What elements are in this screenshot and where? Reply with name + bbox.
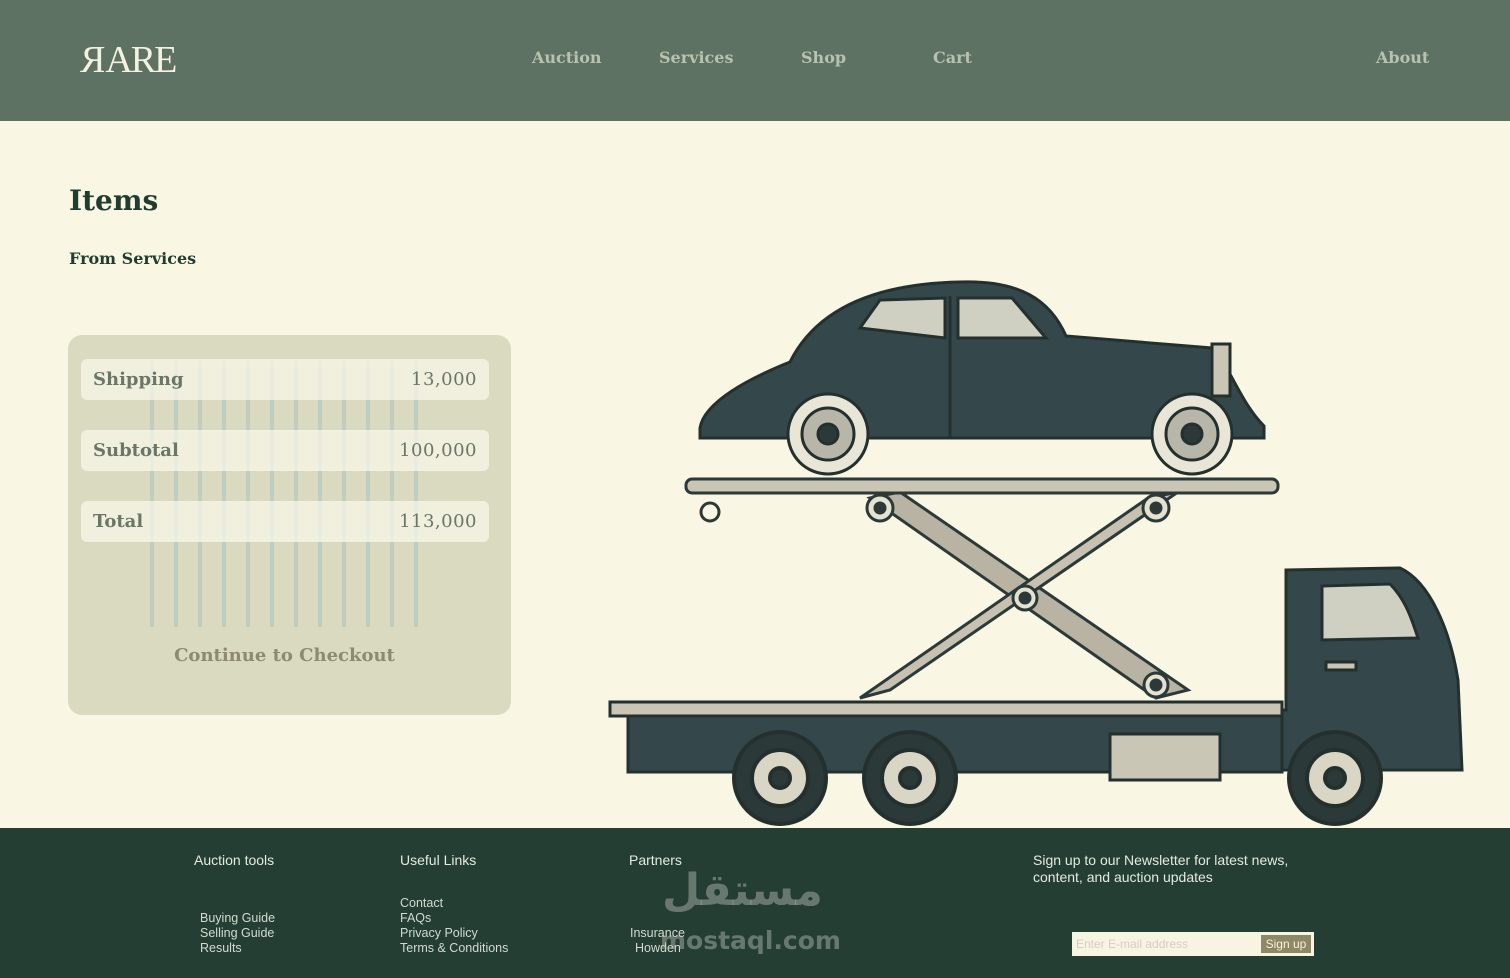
- footer-links-auction-tools: Buying Guide Selling Guide Results: [200, 911, 275, 956]
- shipping-row: Shipping 13,000: [81, 359, 489, 400]
- footer-links-useful-links: Contact FAQs Privacy Policy Terms & Cond…: [400, 896, 508, 956]
- footer-link-contact[interactable]: Contact: [400, 896, 508, 911]
- panel-decoration: [150, 361, 420, 627]
- site-logo[interactable]: RARE: [82, 38, 177, 82]
- subtotal-value: 100,000: [399, 440, 477, 461]
- vintage-car: [698, 280, 1266, 476]
- page-subtitle: From Services: [69, 249, 197, 268]
- logo-text: ARE: [105, 39, 177, 81]
- subtotal-row: Subtotal 100,000: [81, 430, 489, 471]
- watermark-latin: mostaql.com: [660, 926, 841, 955]
- watermark-arabic: مستقل: [662, 865, 823, 916]
- footer-link-faqs[interactable]: FAQs: [400, 911, 508, 926]
- total-label: Total: [93, 511, 144, 532]
- footer-heading-useful-links: Useful Links: [400, 852, 477, 868]
- footer-heading-auction-tools: Auction tools: [194, 852, 275, 868]
- signup-label: Sign up: [1261, 935, 1311, 953]
- shipping-label: Shipping: [93, 369, 184, 390]
- page-title: Items: [69, 184, 159, 217]
- logo-r-flipped: R: [82, 39, 106, 81]
- nav-cart[interactable]: Cart: [933, 48, 972, 67]
- nav-about[interactable]: About: [1376, 48, 1429, 67]
- total-value: 113,000: [399, 511, 477, 532]
- subtotal-label: Subtotal: [93, 440, 179, 461]
- nav-services[interactable]: Services: [659, 48, 733, 67]
- site-header: RARE Auction Services Shop Cart About: [0, 0, 1510, 121]
- shipping-value: 13,000: [411, 369, 477, 390]
- newsletter-text: Sign up to our Newsletter for latest new…: [1033, 852, 1289, 885]
- total-row: Total 113,000: [81, 501, 489, 542]
- continue-to-checkout-button[interactable]: Continue to Checkout: [68, 645, 501, 666]
- car-truck-illustration: [608, 280, 1464, 826]
- footer-link-selling-guide[interactable]: Selling Guide: [200, 926, 275, 941]
- footer-link-privacy-policy[interactable]: Privacy Policy: [400, 926, 508, 941]
- order-summary-panel: Shipping 13,000 Subtotal 100,000 Total 1…: [68, 335, 511, 715]
- footer-link-buying-guide[interactable]: Buying Guide: [200, 911, 275, 926]
- nav-auction[interactable]: Auction: [532, 48, 602, 67]
- scissor-lift: [684, 477, 1280, 700]
- footer-link-results[interactable]: Results: [200, 941, 275, 956]
- nav-shop[interactable]: Shop: [801, 48, 846, 67]
- email-input[interactable]: [1072, 932, 1258, 956]
- site-footer: Auction tools Buying Guide Selling Guide…: [0, 828, 1510, 978]
- signup-button[interactable]: Sign up: [1258, 932, 1314, 956]
- footer-link-terms[interactable]: Terms & Conditions: [400, 941, 508, 956]
